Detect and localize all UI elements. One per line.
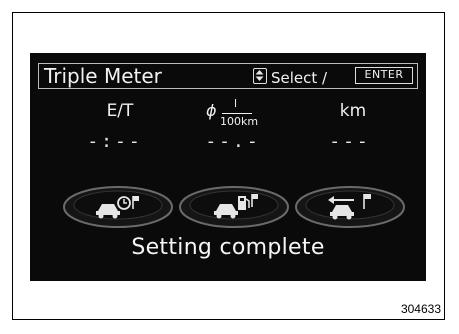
- car-clock-icon: [62, 183, 174, 229]
- fuel-economy-symbol: ϕ: [206, 101, 217, 120]
- car-flag-icon: [294, 183, 406, 229]
- car-fuel-pump-icon: [178, 183, 290, 229]
- up-down-arrows-icon: [253, 68, 267, 84]
- display-screen: Triple Meter Select / ENTER E/T ϕ l 100k…: [30, 53, 426, 281]
- fuel-economy-unit-label: ϕ l 100km: [198, 97, 278, 131]
- status-message: Setting complete: [131, 235, 325, 260]
- select-label: Select /: [271, 69, 328, 87]
- enter-key-icon: ENTER: [355, 67, 413, 84]
- title-bar: Triple Meter Select / ENTER: [38, 63, 418, 89]
- elapsed-time-value: -:--: [87, 131, 143, 152]
- distance-value: ---: [329, 131, 371, 152]
- distance-label: km: [339, 101, 367, 121]
- fuel-economy-value: --.-: [205, 131, 261, 152]
- screen-title: Triple Meter: [44, 64, 162, 88]
- figure-code: 304633: [400, 302, 441, 316]
- fuel-unit-numerator: l: [234, 97, 238, 110]
- fuel-unit-denominator: 100km: [220, 115, 259, 128]
- elapsed-time-label: E/T: [106, 101, 134, 121]
